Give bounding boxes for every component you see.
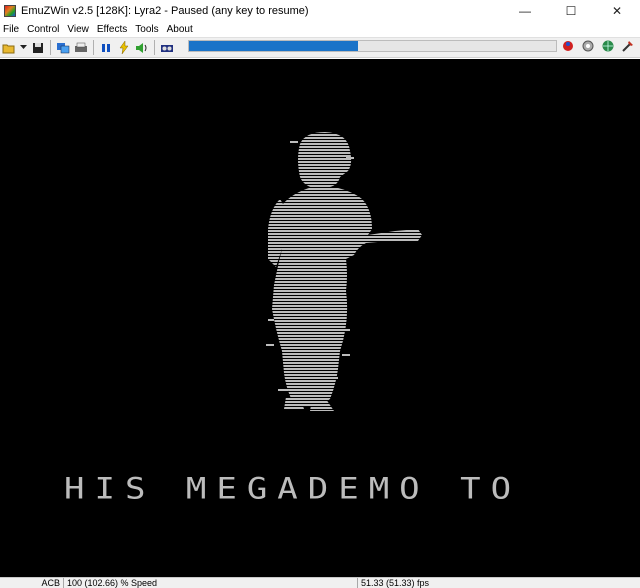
status-speed: 100 (102.66) % Speed	[67, 578, 158, 588]
menu-tools[interactable]: Tools	[133, 24, 163, 35]
menu-effects[interactable]: Effects	[95, 24, 132, 35]
toolbar-separator	[154, 40, 155, 55]
open-icon[interactable]	[1, 40, 17, 56]
dropdown-icon[interactable]	[19, 40, 28, 56]
progress-fill	[189, 41, 358, 51]
close-button[interactable]: ✕	[594, 0, 640, 22]
status-bar: ACB 100 (102.66) % Speed 51.33 (51.33) f…	[0, 577, 640, 588]
menu-view[interactable]: View	[65, 24, 94, 35]
dancer-figure	[268, 132, 422, 411]
menu-about[interactable]: About	[165, 24, 198, 35]
turbo-icon[interactable]	[116, 40, 132, 56]
toolbar-separator	[50, 40, 51, 55]
toolbar-right	[558, 38, 638, 54]
print-icon[interactable]	[73, 40, 89, 56]
status-speed-segment: 100 (102.66) % Speed	[64, 578, 358, 588]
menu-file[interactable]: File	[1, 24, 24, 35]
minimize-button[interactable]: —	[502, 0, 548, 22]
demo-scroller-text: HIS MEGADEMO TO	[64, 472, 522, 506]
progress-bar	[188, 40, 557, 52]
bug-icon[interactable]	[560, 38, 576, 54]
save-icon[interactable]	[30, 40, 46, 56]
sound-icon[interactable]	[134, 40, 150, 56]
status-fps: 51.33 (51.33) fps	[361, 578, 430, 588]
status-fps-segment: 51.33 (51.33) fps	[358, 578, 432, 588]
window-controls: — ☐ ✕	[502, 0, 640, 22]
menu-control[interactable]: Control	[25, 24, 64, 35]
app-logo-icon	[4, 5, 16, 17]
snapshot-icon[interactable]	[55, 40, 71, 56]
globe-icon[interactable]	[600, 38, 616, 54]
emulator-screen[interactable]: HIS MEGADEMO TO	[0, 59, 640, 577]
window-title: EmuZWin v2.5 [128K]: Lyra2 - Paused (any…	[21, 5, 309, 17]
tape-icon[interactable]	[159, 40, 175, 56]
toolbar-separator	[93, 40, 94, 55]
maximize-button[interactable]: ☐	[548, 0, 594, 22]
status-acb: ACB	[41, 578, 60, 588]
settings-icon[interactable]	[580, 38, 596, 54]
menu-bar: File Control View Effects Tools About	[0, 22, 640, 37]
title-bar: EmuZWin v2.5 [128K]: Lyra2 - Paused (any…	[0, 0, 640, 22]
tools-icon[interactable]	[620, 38, 636, 54]
pause-icon[interactable]	[98, 40, 114, 56]
status-segment-acb: ACB	[0, 578, 64, 588]
